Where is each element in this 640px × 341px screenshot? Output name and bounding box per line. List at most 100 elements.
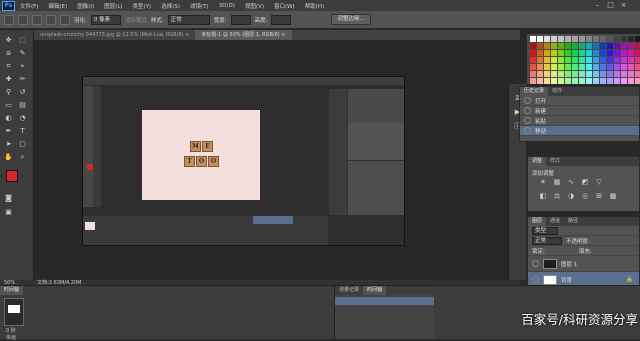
color-swatch[interactable] (572, 71, 578, 77)
menu-file[interactable]: 文件(F) (15, 2, 43, 10)
tab-styles[interactable]: 样式 (546, 157, 564, 166)
color-swatch[interactable] (635, 43, 640, 49)
color-swatch[interactable] (565, 57, 571, 63)
color-swatch[interactable] (621, 64, 627, 70)
vibrance-icon[interactable]: ▽ (594, 177, 604, 187)
screen-mode-icon[interactable]: ▣ (4, 208, 13, 217)
photo-filter-icon[interactable]: ◎ (580, 191, 590, 201)
color-swatch[interactable] (586, 57, 592, 63)
feather-input[interactable]: 0 像素 (90, 14, 121, 25)
color-swatch[interactable] (579, 50, 585, 56)
color-swatch[interactable] (593, 36, 599, 42)
color-swatch[interactable] (600, 64, 606, 70)
color-swatch[interactable] (544, 36, 550, 42)
type-tool-icon[interactable]: T (18, 127, 27, 136)
color-swatch[interactable] (614, 36, 620, 42)
color-swatch[interactable] (565, 78, 571, 84)
color-swatch[interactable] (537, 43, 543, 49)
selected-row[interactable] (335, 297, 434, 305)
antialias-checkbox[interactable]: 消除锯齿 (125, 16, 147, 24)
tab-actions[interactable]: 动作 (548, 87, 566, 96)
color-swatch[interactable] (593, 43, 599, 49)
tab-history[interactable]: 历史记录 (520, 87, 549, 96)
history-item[interactable]: 粘贴 (520, 116, 639, 126)
menu-type[interactable]: 类型(Y) (128, 2, 157, 10)
color-swatch[interactable] (593, 64, 599, 70)
eraser-tool-icon[interactable]: ▭ (4, 101, 13, 110)
marquee-preset-icon[interactable] (4, 14, 14, 25)
menu-select[interactable]: 选择(S) (156, 2, 185, 10)
color-swatch[interactable] (558, 64, 564, 70)
hue-saturation-icon[interactable]: ◧ (538, 191, 548, 201)
color-swatch[interactable] (635, 50, 640, 56)
color-swatch[interactable] (551, 57, 557, 63)
color-swatch[interactable] (593, 57, 599, 63)
color-swatch[interactable] (600, 36, 606, 42)
menu-view[interactable]: 视图(V) (240, 2, 269, 10)
brightness-icon[interactable]: ☀ (538, 177, 548, 187)
color-swatch[interactable] (600, 78, 606, 84)
color-swatch[interactable] (551, 43, 557, 49)
black-white-icon[interactable]: ◑ (566, 191, 576, 201)
color-swatch[interactable] (628, 43, 634, 49)
width-input[interactable] (230, 14, 251, 25)
color-swatch[interactable] (565, 71, 571, 77)
marquee-tool-icon[interactable]: ⬚ (18, 36, 27, 45)
color-swatch[interactable] (537, 78, 543, 84)
color-swatch[interactable] (593, 71, 599, 77)
color-swatch[interactable] (579, 43, 585, 49)
color-swatch[interactable] (635, 78, 640, 84)
color-swatch[interactable] (537, 64, 543, 70)
height-input[interactable] (271, 14, 292, 25)
tab-layers[interactable]: 图层 (528, 217, 547, 226)
tab-channels[interactable]: 通道 (546, 217, 564, 226)
healing-brush-tool-icon[interactable]: ✚ (4, 75, 13, 84)
tab-timeline-2[interactable]: 时间轴 (363, 286, 387, 295)
eye-icon[interactable] (532, 260, 539, 267)
color-swatch[interactable] (607, 64, 613, 70)
color-swatch[interactable] (558, 71, 564, 77)
color-swatch[interactable] (586, 36, 592, 42)
tab-document-2[interactable]: 未标题-1 @ 50% (图层 1, RGB/8) × (195, 30, 292, 40)
blur-tool-icon[interactable]: ◐ (4, 114, 13, 123)
color-swatch[interactable] (551, 64, 557, 70)
history-item[interactable]: 移动 (520, 126, 639, 136)
color-swatch[interactable] (537, 71, 543, 77)
color-swatch[interactable] (530, 36, 536, 42)
clone-stamp-tool-icon[interactable]: ⚲ (4, 88, 13, 97)
color-swatch[interactable] (551, 71, 557, 77)
minimize-icon[interactable]: – (593, 1, 602, 9)
color-balance-icon[interactable]: ⚖ (552, 191, 562, 201)
color-swatch[interactable] (635, 36, 640, 42)
channel-mixer-icon[interactable]: ⊞ (594, 191, 604, 201)
color-swatch[interactable] (544, 78, 550, 84)
color-swatch[interactable] (621, 43, 627, 49)
swatches-grid[interactable] (527, 34, 640, 84)
color-swatch[interactable] (558, 50, 564, 56)
tab-paths[interactable]: 路径 (564, 217, 582, 226)
color-swatch[interactable] (600, 50, 606, 56)
color-swatch[interactable] (572, 78, 578, 84)
color-swatch[interactable] (579, 78, 585, 84)
history-item[interactable]: 打开 (520, 96, 639, 106)
color-swatch[interactable] (600, 43, 606, 49)
tab-document-1[interactable]: unsplash-crunchy 944773.jpg @ 12.5% (Mis… (34, 30, 195, 40)
color-swatch[interactable] (621, 57, 627, 63)
color-swatch[interactable] (544, 64, 550, 70)
color-swatch[interactable] (558, 78, 564, 84)
color-swatch[interactable] (544, 50, 550, 56)
add-selection-icon[interactable] (32, 14, 42, 25)
exposure-icon[interactable]: ◩ (580, 177, 590, 187)
color-swatch[interactable] (635, 64, 640, 70)
color-swatch[interactable] (621, 78, 627, 84)
color-swatch[interactable] (544, 57, 550, 63)
color-swatch[interactable] (558, 43, 564, 49)
menu-help[interactable]: 帮助(H) (300, 2, 329, 10)
menu-window[interactable]: 窗口(W) (269, 2, 300, 10)
color-swatch[interactable] (586, 78, 592, 84)
color-swatch[interactable] (565, 64, 571, 70)
shape-tool-icon[interactable]: ▢ (18, 140, 27, 149)
color-swatch[interactable] (537, 50, 543, 56)
color-swatch[interactable] (530, 78, 536, 84)
eyedropper-tool-icon[interactable]: ⌖ (18, 62, 27, 71)
